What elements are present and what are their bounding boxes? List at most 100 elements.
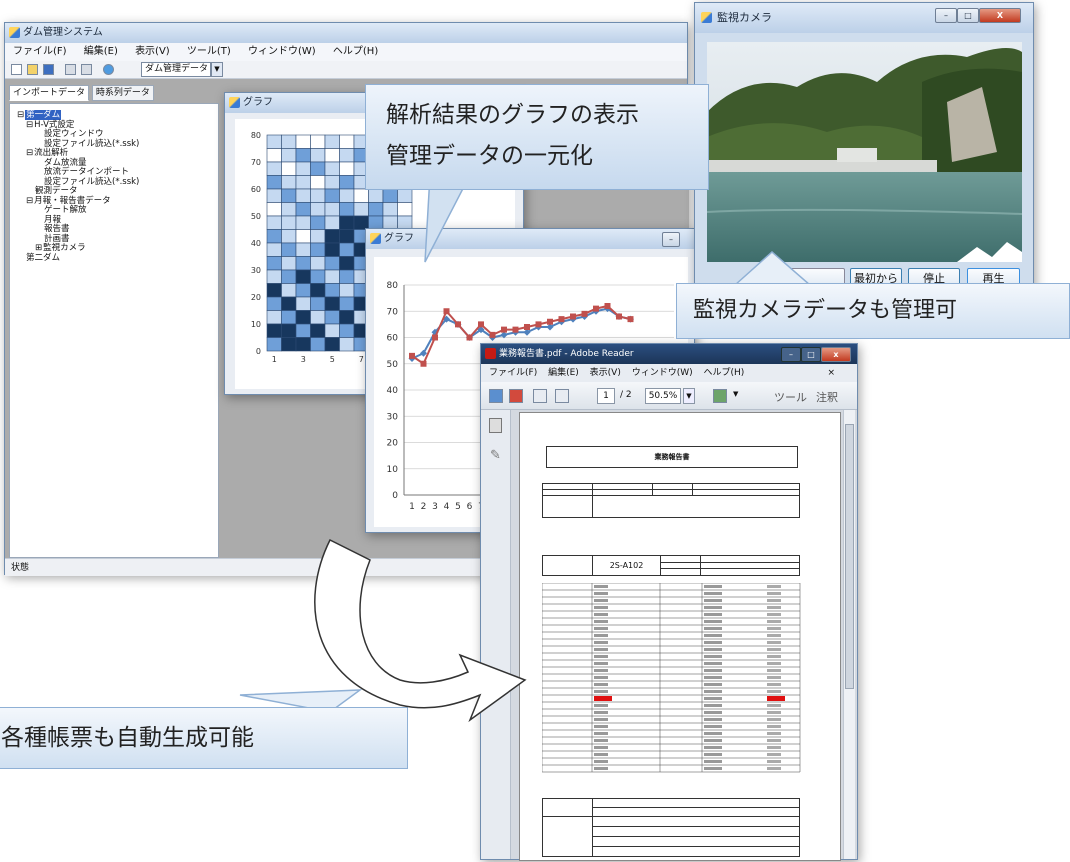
doc-cell-text (704, 676, 722, 679)
doc-cell-text (594, 669, 608, 672)
close-button[interactable]: X (979, 8, 1021, 23)
main-title-bar[interactable]: ダム管理システム (5, 23, 687, 43)
reader-menu-edit[interactable]: 編集(E) (548, 368, 579, 378)
collapse-icon[interactable]: ⊟ (26, 196, 33, 206)
heatmap-cell (310, 229, 326, 244)
heatmap-cell (324, 202, 340, 217)
heatmap-cell (281, 229, 297, 244)
heatmap-cell (324, 161, 340, 176)
database-icon[interactable] (103, 64, 114, 75)
collapse-icon[interactable]: ⊟ (26, 148, 33, 158)
tools-button[interactable]: ツール (774, 389, 807, 405)
series-point (443, 308, 450, 315)
doc-cell-text (767, 718, 781, 721)
pdf-reader-window: 業務報告書.pdf - Adobe Reader – □ x ファイル(F) 編… (480, 343, 858, 861)
doc-cell-text (704, 669, 722, 672)
heatmap-cell (324, 256, 340, 271)
attachment-icon[interactable]: ✎ (490, 448, 501, 463)
save-icon[interactable] (43, 64, 54, 75)
menu-view[interactable]: 表示(V) (135, 46, 170, 57)
page-number-input[interactable]: 1 (597, 388, 615, 404)
reader-scrollbar[interactable] (843, 410, 855, 859)
graph-window-2-title: グラフ (384, 233, 414, 244)
print-icon[interactable] (65, 64, 76, 75)
tree-item-label: 計画書 (44, 233, 70, 244)
heatmap-cell (266, 296, 282, 311)
y-tick-label: 0 (392, 491, 398, 501)
print-preview-icon[interactable] (81, 64, 92, 75)
share-icon[interactable] (509, 389, 523, 403)
comment-button[interactable]: 注釈 (816, 389, 838, 405)
heatmap-cell (339, 215, 355, 230)
heatmap-cell (310, 202, 326, 217)
minimize-button[interactable]: – (935, 8, 957, 23)
maximize-button[interactable]: □ (801, 347, 821, 362)
menu-file[interactable]: ファイル(F) (13, 46, 67, 57)
open-folder-icon[interactable] (27, 64, 38, 75)
document-table-bottom (542, 798, 800, 857)
collapse-icon[interactable]: ⊟ (17, 110, 24, 120)
heatmap-cell (324, 310, 340, 325)
tree-item[interactable]: 報告書 (17, 224, 139, 235)
doc-cell-text (594, 641, 608, 644)
heatmap-cell (310, 215, 326, 230)
minimize-button[interactable]: – (781, 347, 801, 362)
reader-menu-view[interactable]: 表示(V) (590, 368, 621, 378)
tab-timeseries-data[interactable]: 時系列データ (91, 85, 154, 101)
doc-cell-text (704, 585, 722, 588)
tree-item[interactable]: ゲート解放 (17, 205, 139, 216)
doc-cell-text (704, 606, 722, 609)
scroll-thumb[interactable] (845, 424, 854, 689)
dam-photo (707, 42, 1022, 262)
doc-cell-text (704, 746, 722, 749)
tree-item[interactable]: 月報 (17, 215, 139, 226)
edit-tools-icon[interactable] (713, 389, 727, 403)
tree-item-label: ゲート解放 (44, 205, 87, 215)
save-icon[interactable] (533, 389, 547, 403)
series-point (535, 321, 542, 328)
doc-cell-text (704, 767, 722, 770)
create-pdf-icon[interactable] (489, 389, 503, 403)
menu-help[interactable]: ヘルプ(H) (333, 46, 378, 57)
app-icon (9, 27, 20, 38)
heatmap-cell (310, 283, 326, 298)
print-icon[interactable] (555, 389, 569, 403)
doc-cell-text (594, 711, 608, 714)
heatmap-cell (339, 229, 355, 244)
doc-cell-text (704, 620, 722, 623)
doc-cell-text (767, 704, 781, 707)
chevron-down-icon[interactable]: ▼ (211, 62, 223, 77)
heatmap-cell (339, 188, 355, 203)
menu-edit[interactable]: 編集(E) (84, 46, 118, 57)
close-button[interactable]: x (821, 347, 851, 362)
close-document-icon[interactable]: × (827, 364, 835, 382)
heatmap-cell (339, 202, 355, 217)
reader-title-bar[interactable]: 業務報告書.pdf - Adobe Reader – □ x (481, 344, 857, 364)
pages-icon[interactable] (489, 418, 502, 433)
collapse-icon[interactable]: ⊟ (26, 120, 33, 130)
new-file-icon[interactable] (11, 64, 22, 75)
doc-cell-text (704, 739, 722, 742)
camera-title-bar[interactable]: 監視カメラ – □ X (695, 3, 1033, 33)
heatmap-cell (368, 188, 384, 203)
graph-window-2-title-bar[interactable]: グラフ – (366, 229, 694, 249)
expand-icon[interactable]: ⊞ (35, 243, 42, 253)
heatmap-cell (339, 134, 355, 149)
zoom-dropdown-icon[interactable]: ▼ (683, 388, 695, 404)
menu-window[interactable]: ウィンドウ(W) (248, 46, 316, 57)
doc-cell-text (704, 599, 722, 602)
zoom-input[interactable]: 50.5% (645, 388, 681, 404)
doc-cell-text (767, 739, 781, 742)
chevron-down-icon[interactable]: ▼ (733, 390, 738, 398)
reader-menu-help[interactable]: ヘルプ(H) (704, 368, 745, 378)
heatmap-cell (339, 148, 355, 163)
doc-cell-text (594, 767, 608, 770)
reader-menu-file[interactable]: ファイル(F) (489, 368, 537, 378)
tab-import-data[interactable]: インポートデータ (9, 85, 90, 101)
minimize-button[interactable]: – (662, 232, 680, 247)
data-select[interactable]: ダム管理データ (141, 62, 211, 77)
tree-item[interactable]: 第二ダム (17, 253, 139, 264)
maximize-button[interactable]: □ (957, 8, 979, 23)
reader-menu-window[interactable]: ウィンドウ(W) (632, 368, 693, 378)
menu-tools[interactable]: ツール(T) (187, 46, 231, 57)
